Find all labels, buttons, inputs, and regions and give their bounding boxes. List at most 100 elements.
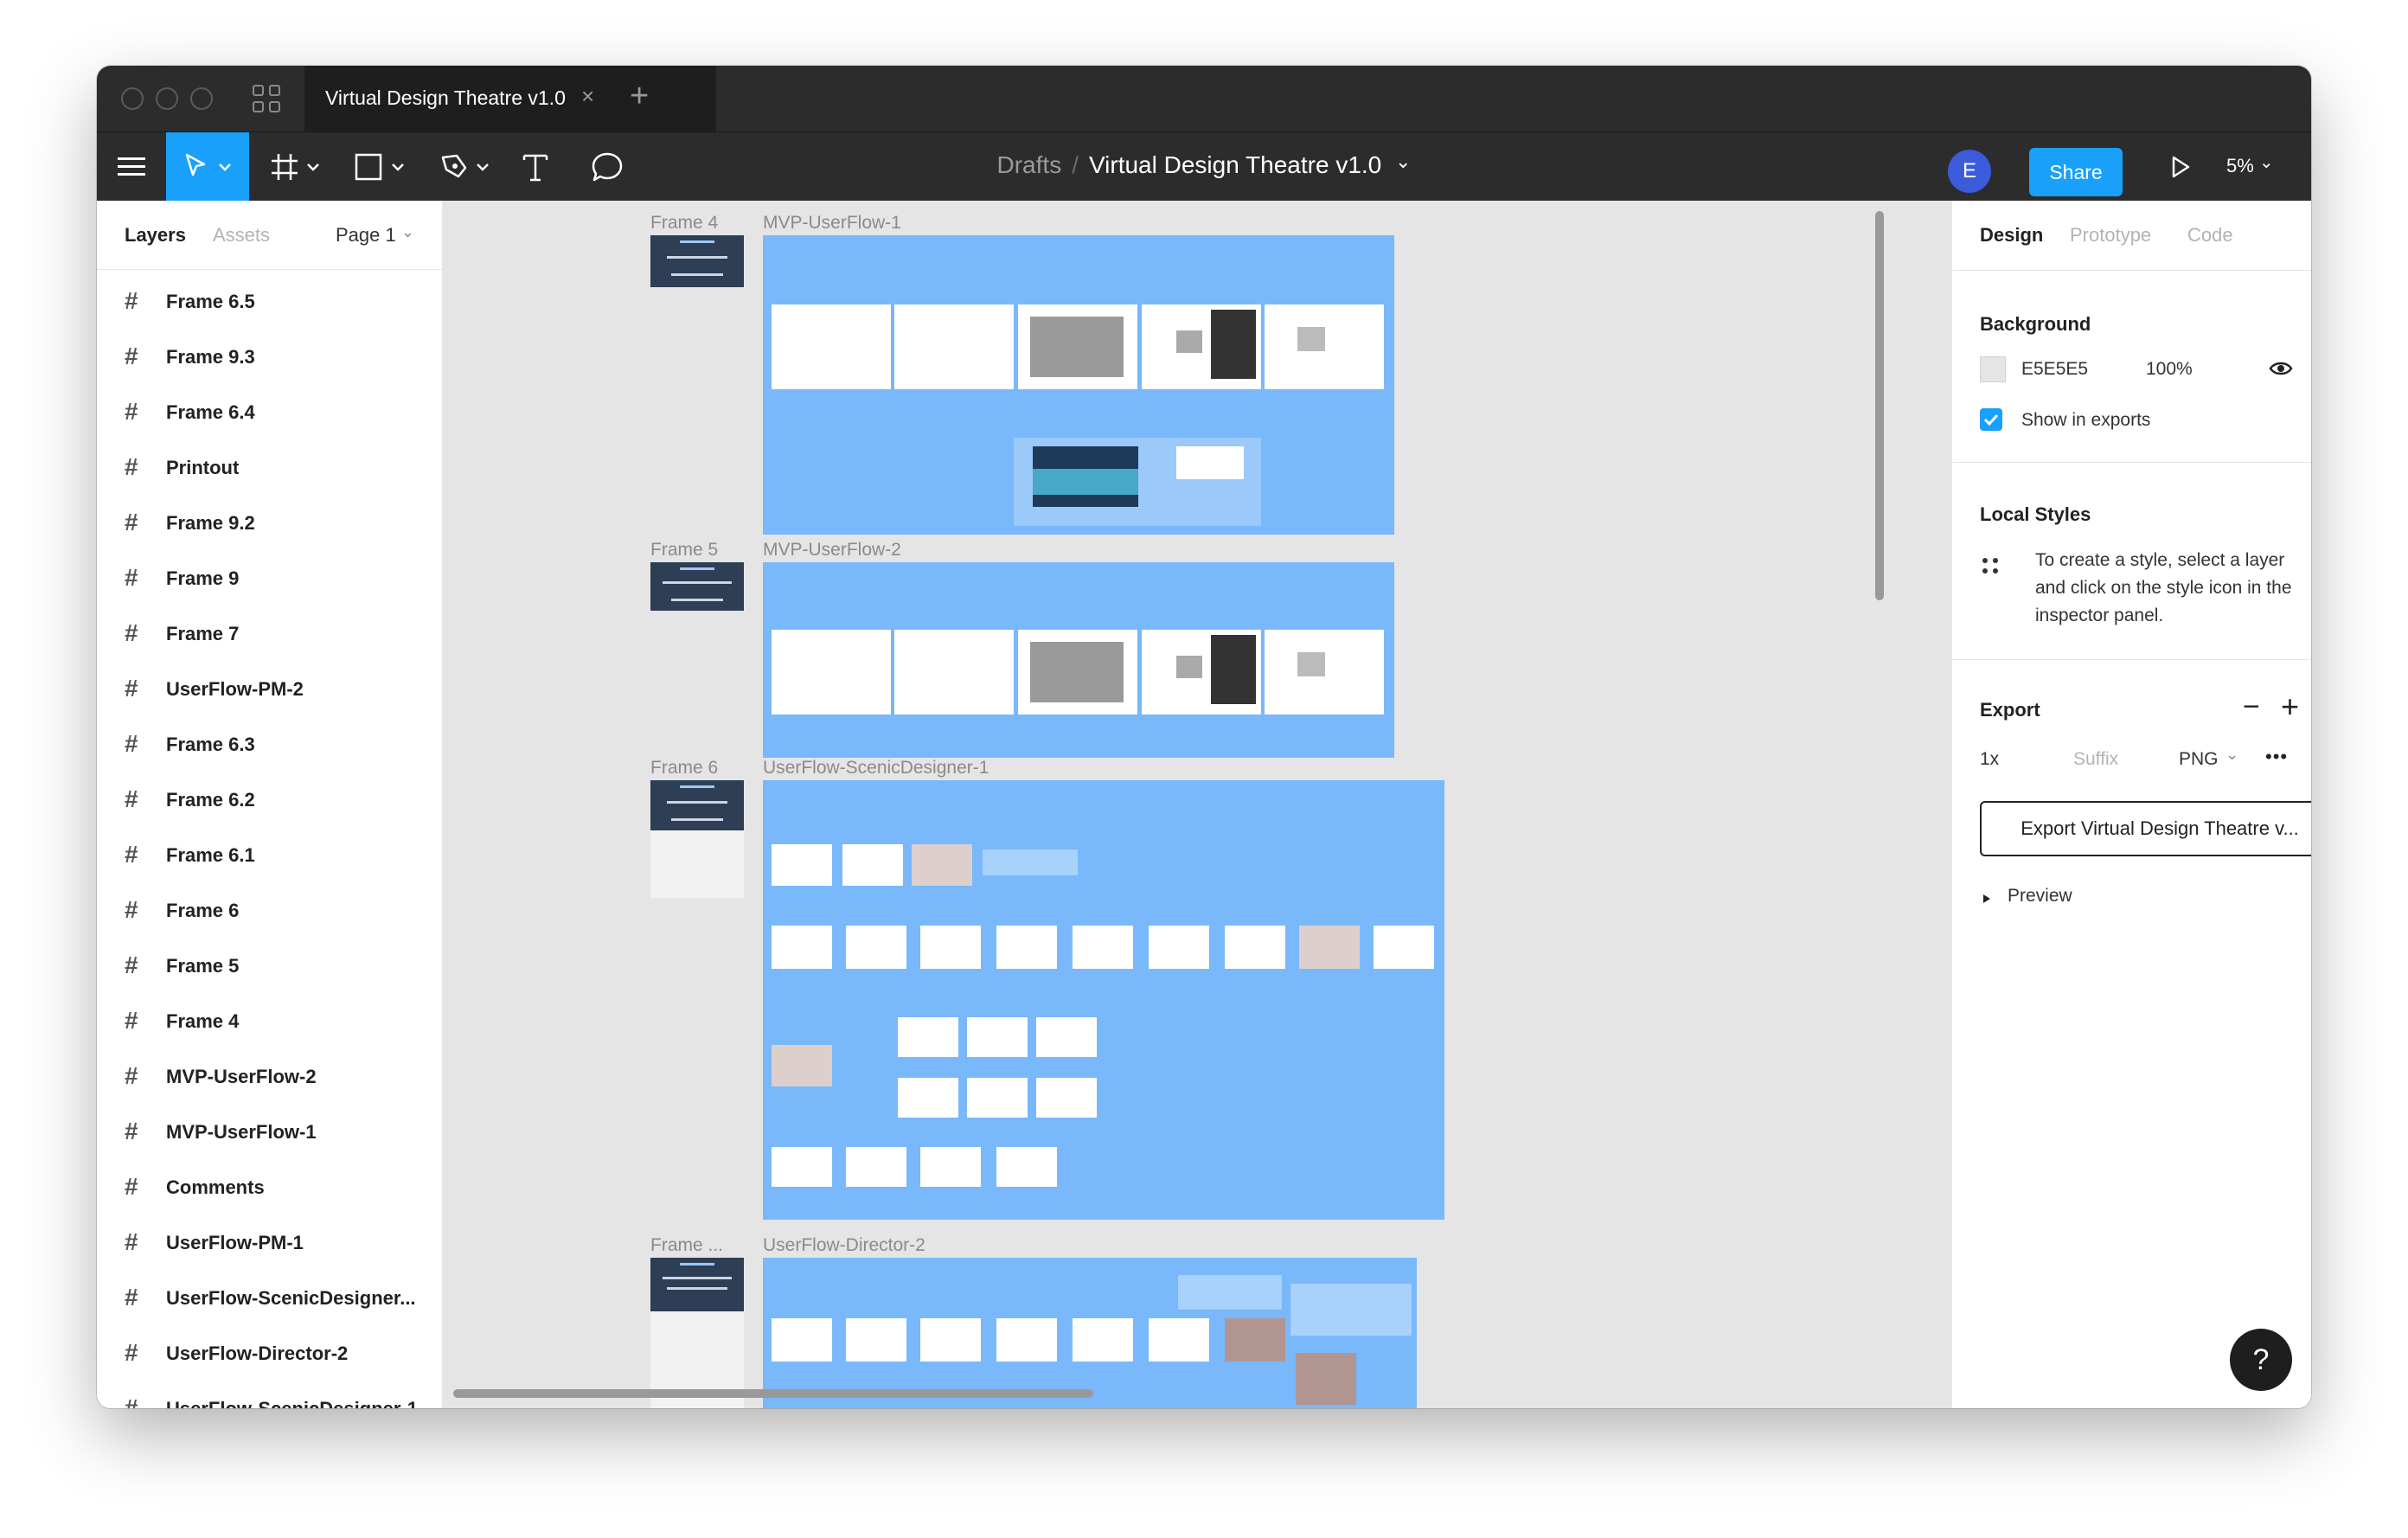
close-window-button[interactable] — [121, 87, 144, 110]
vertical-scrollbar[interactable] — [1875, 211, 1884, 600]
zoom-chevron-icon[interactable]: ⌄ — [2259, 153, 2274, 172]
tab-layers[interactable]: Layers — [125, 224, 186, 247]
tab-code[interactable]: Code — [2187, 224, 2233, 247]
frame-label[interactable]: Frame 4 — [650, 213, 718, 234]
file-name[interactable]: Virtual Design Theatre v1.0 — [1089, 151, 1381, 178]
layer-name[interactable]: MVP-UserFlow-2 — [166, 1066, 317, 1088]
layer-row[interactable]: # UserFlow-PM-2 — [97, 661, 442, 716]
layer-row[interactable]: # Frame 9.3 — [97, 329, 442, 384]
page-chevron-icon[interactable]: ⌄ — [401, 223, 414, 240]
layer-name[interactable]: Frame 4 — [166, 1010, 239, 1033]
layer-name[interactable]: MVP-UserFlow-1 — [166, 1121, 317, 1144]
layer-name[interactable]: UserFlow-ScenicDesigner-1 — [166, 1398, 418, 1408]
layer-name[interactable]: Frame 9 — [166, 567, 239, 590]
layer-name[interactable]: Printout — [166, 457, 239, 479]
mvp-userflow-1-board[interactable] — [763, 235, 1394, 535]
show-in-exports-checkbox[interactable] — [1980, 408, 2002, 431]
layer-name[interactable]: Frame 6.4 — [166, 401, 255, 424]
userflow-scenicdesigner-1-board[interactable] — [763, 780, 1444, 1220]
tab-design[interactable]: Design — [1980, 224, 2043, 247]
frame-name[interactable]: UserFlow-Director-2 — [763, 1235, 925, 1256]
layer-row[interactable]: # Frame 7 — [97, 606, 442, 661]
layer-row[interactable]: # Frame 6.5 — [97, 273, 442, 329]
export-suffix-input[interactable]: Suffix — [2073, 749, 2118, 770]
layer-row[interactable]: # Frame 6.2 — [97, 772, 442, 827]
layer-row[interactable]: # Frame 6.3 — [97, 716, 442, 772]
new-tab-icon[interactable]: + — [630, 78, 649, 115]
preview-toggle[interactable]: Preview — [2008, 886, 2072, 907]
maximize-window-button[interactable] — [190, 87, 213, 110]
frame-label[interactable]: Frame 5 — [650, 540, 718, 561]
layer-row[interactable]: # UserFlow-PM-1 — [97, 1214, 442, 1270]
layer-name[interactable]: Frame 9.3 — [166, 346, 255, 368]
tab-assets[interactable]: Assets — [213, 224, 270, 247]
add-export-icon[interactable]: + — [2281, 689, 2299, 725]
layer-name[interactable]: Frame 7 — [166, 623, 239, 645]
export-format-select[interactable]: PNG — [2179, 749, 2219, 770]
layer-name[interactable]: UserFlow-PM-1 — [166, 1232, 304, 1254]
share-button[interactable]: Share — [2029, 148, 2123, 196]
background-opacity-input[interactable]: 100% — [2146, 359, 2193, 380]
horizontal-scrollbar[interactable] — [453, 1389, 1093, 1398]
tab-prototype[interactable]: Prototype — [2070, 224, 2151, 247]
background-color-swatch[interactable] — [1980, 356, 2006, 382]
layer-name[interactable]: Comments — [166, 1176, 265, 1199]
layer-name[interactable]: Frame 6.1 — [166, 844, 255, 867]
format-chevron-icon[interactable]: ⌄ — [2225, 746, 2238, 764]
zoom-menu[interactable]: 5% ⌄ — [2226, 153, 2274, 177]
frame-name[interactable]: MVP-UserFlow-2 — [763, 540, 901, 561]
layer-name[interactable]: UserFlow-PM-2 — [166, 678, 304, 701]
canvas[interactable]: Frame 4 MVP-UserFlow-1 Frame 5 MVP-UserF… — [443, 201, 1951, 1408]
export-scale-select[interactable]: 1x — [1980, 749, 1999, 770]
zoom-level[interactable]: 5% — [2226, 155, 2254, 176]
layer-name[interactable]: UserFlow-ScenicDesigner... — [166, 1287, 416, 1310]
frame-label[interactable]: Frame ... — [650, 1235, 723, 1256]
layer-row[interactable]: # UserFlow-Director-2 — [97, 1325, 442, 1381]
layer-row[interactable]: # MVP-UserFlow-2 — [97, 1048, 442, 1104]
visibility-eye-icon[interactable] — [2269, 360, 2293, 381]
remove-export-icon[interactable]: − — [2243, 690, 2260, 724]
file-tab-title[interactable]: Virtual Design Theatre v1.0 — [325, 87, 566, 110]
export-button[interactable]: Export Virtual Design Theatre v... — [1980, 801, 2311, 856]
preview-disclosure-icon[interactable] — [1982, 893, 1992, 909]
layer-row[interactable]: # Frame 9.2 — [97, 495, 442, 550]
frame-5-thumbnail[interactable] — [650, 562, 744, 611]
home-grid-icon[interactable] — [253, 85, 280, 112]
page-selector[interactable]: Page 1 ⌄ — [336, 223, 414, 247]
user-avatar[interactable]: E — [1948, 150, 1991, 193]
layer-row[interactable]: # Frame 6 — [97, 882, 442, 938]
layer-name[interactable]: Frame 5 — [166, 955, 239, 977]
frame-name[interactable]: UserFlow-ScenicDesigner-1 — [763, 758, 989, 779]
layer-row[interactable]: # Frame 4 — [97, 993, 442, 1048]
layer-row[interactable]: # Frame 6.1 — [97, 827, 442, 882]
layer-row[interactable]: # Comments — [97, 1159, 442, 1214]
layer-name[interactable]: Frame 6 — [166, 900, 239, 922]
layer-row[interactable]: # Frame 9 — [97, 550, 442, 606]
frame-6-thumbnail[interactable] — [650, 780, 744, 898]
layer-row[interactable]: # MVP-UserFlow-1 — [97, 1104, 442, 1159]
background-hex-input[interactable]: E5E5E5 — [2021, 359, 2088, 380]
layer-name[interactable]: Frame 6.3 — [166, 734, 255, 756]
frame-name[interactable]: MVP-UserFlow-1 — [763, 213, 901, 234]
layer-name[interactable]: UserFlow-Director-2 — [166, 1343, 348, 1365]
present-button[interactable] — [2159, 132, 2202, 202]
frame-label[interactable]: Frame 6 — [650, 758, 718, 779]
breadcrumb-drafts[interactable]: Drafts — [997, 151, 1062, 178]
layer-row[interactable]: # Printout — [97, 439, 442, 495]
help-button[interactable]: ? — [2230, 1329, 2292, 1391]
layer-row[interactable]: # UserFlow-ScenicDesigner-1 — [97, 1381, 442, 1409]
frame-director-thumbnail[interactable] — [650, 1258, 744, 1408]
layer-name[interactable]: Frame 6.2 — [166, 789, 255, 811]
frame-4-thumbnail[interactable] — [650, 235, 744, 287]
page-name[interactable]: Page 1 — [336, 224, 396, 246]
tab-close-icon[interactable]: × — [581, 83, 594, 110]
layer-row[interactable]: # Frame 5 — [97, 938, 442, 993]
layer-row[interactable]: # Frame 6.4 — [97, 384, 442, 439]
layer-row[interactable]: # UserFlow-ScenicDesigner... — [97, 1270, 442, 1325]
minimize-window-button[interactable] — [156, 87, 178, 110]
layer-name[interactable]: Frame 6.5 — [166, 291, 255, 313]
file-menu-chevron-icon[interactable]: ⌄ — [1395, 151, 1411, 172]
userflow-director-2-board[interactable] — [763, 1258, 1417, 1408]
layer-name[interactable]: Frame 9.2 — [166, 512, 255, 535]
mvp-userflow-2-board[interactable] — [763, 562, 1394, 758]
